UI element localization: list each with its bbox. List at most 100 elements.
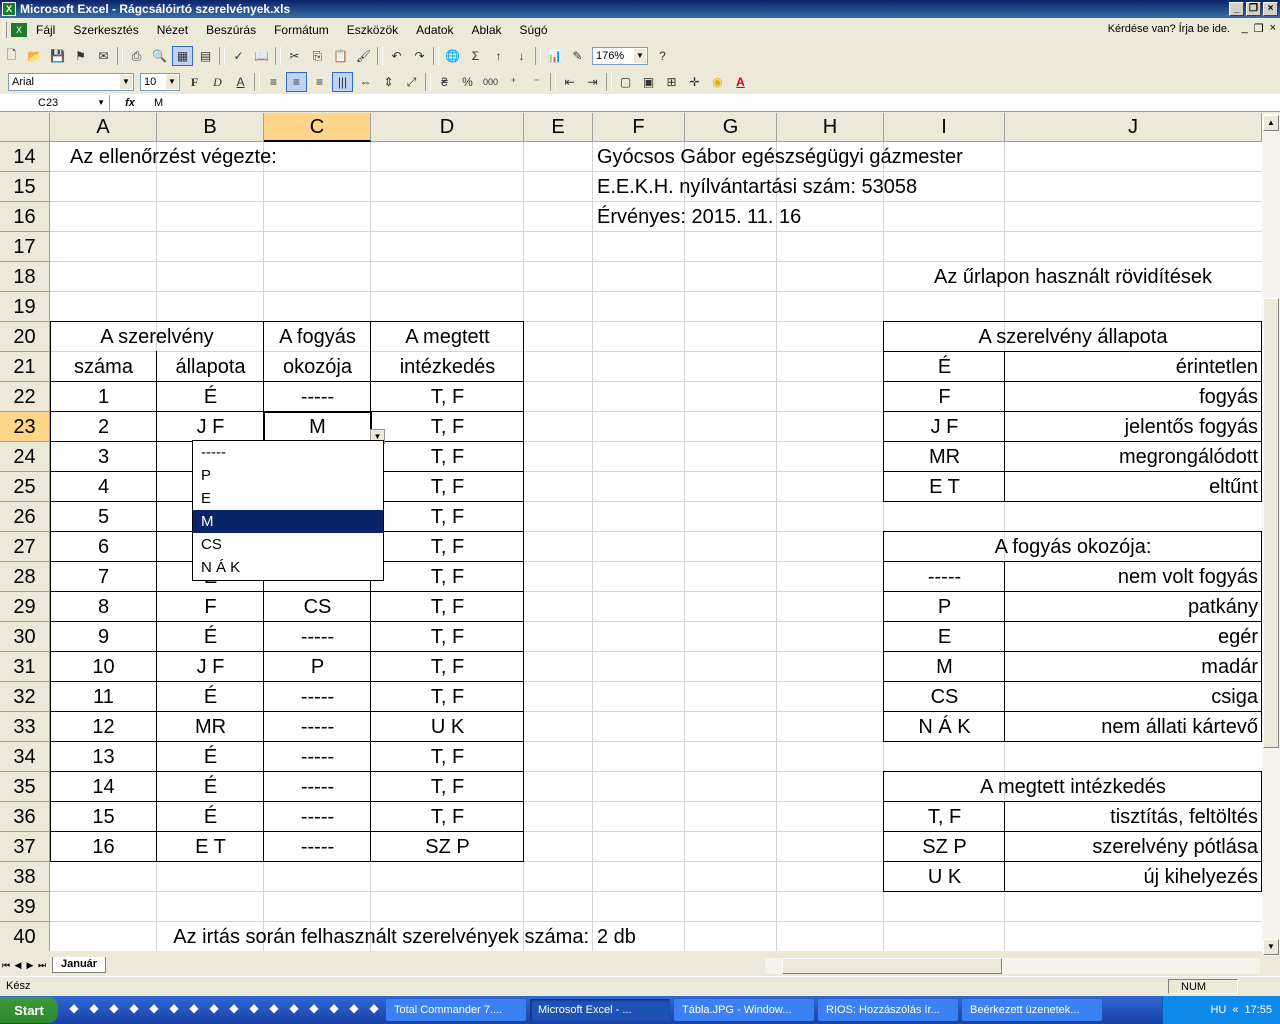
column-header-i[interactable]: I (884, 113, 1005, 142)
menu-edit[interactable]: Szerkesztés (64, 23, 147, 37)
quicklaunch-icon[interactable]: ◆ (144, 1001, 164, 1019)
legend-meaning[interactable]: egér (1005, 622, 1262, 652)
save-icon[interactable]: 💾 (47, 46, 68, 66)
legend-code[interactable]: ----- (884, 562, 1005, 592)
menu-format[interactable]: Formátum (265, 23, 338, 37)
cell-allapota[interactable]: MR (157, 712, 264, 742)
header-allapota[interactable]: állapota (157, 352, 264, 382)
drawing-icon[interactable]: ✎ (567, 46, 588, 66)
row-header[interactable]: 34 (0, 742, 50, 772)
header-intezkedes[interactable]: intézkedés (371, 352, 524, 382)
row-header[interactable]: 20 (0, 322, 50, 352)
row-header[interactable]: 31 (0, 652, 50, 682)
scroll-down-icon[interactable]: ▼ (1263, 939, 1279, 955)
row-header[interactable]: 18 (0, 262, 50, 292)
cell-okozoja[interactable]: CS (264, 592, 371, 622)
header-szerelveny[interactable]: A szerelvény (50, 322, 264, 352)
horizontal-scroll-thumb[interactable] (782, 958, 1002, 974)
legend-meaning[interactable]: tisztítás, feltöltés (1005, 802, 1262, 832)
bold-icon[interactable]: F (184, 72, 205, 92)
name-box[interactable]: C23 ▼ (0, 94, 110, 111)
legend-code[interactable]: N Á K (884, 712, 1005, 742)
chevron-down-icon[interactable]: ▼ (97, 95, 105, 111)
cell-allapota[interactable]: É (157, 682, 264, 712)
quicklaunch-icon[interactable]: ◆ (244, 1001, 264, 1019)
cell-szama[interactable]: 10 (50, 652, 157, 682)
font-color-icon[interactable]: A (730, 72, 751, 92)
align-left-icon[interactable]: ≡ (263, 72, 284, 92)
print-icon[interactable]: ⎙ (126, 46, 147, 66)
legend-code[interactable]: E (884, 622, 1005, 652)
row-header[interactable]: 36 (0, 802, 50, 832)
cell-okozoja[interactable]: ----- (264, 742, 371, 772)
research-icon[interactable]: 📖 (251, 46, 272, 66)
inspector-label[interactable]: Az ellenőrzést végezte: (70, 142, 277, 172)
row-header[interactable]: 15 (0, 172, 50, 202)
legend-code[interactable]: CS (884, 682, 1005, 712)
row-header[interactable]: 29 (0, 592, 50, 622)
inspector-name[interactable]: Gyócsos Gábor egészségügyi gázmester (597, 142, 963, 172)
cell-allapota[interactable]: É (157, 382, 264, 412)
column-header-a[interactable]: A (50, 113, 157, 142)
help-search-input[interactable]: Kérdése van? Írja be ide. (1050, 23, 1230, 38)
cell-intezkedes[interactable]: T, F (371, 382, 524, 412)
cut-icon[interactable]: ✂ (284, 46, 305, 66)
row-header[interactable]: 37 (0, 832, 50, 862)
font-select[interactable]: Arial ▼ (8, 73, 134, 91)
legend-allapot-title[interactable]: A szerelvény állapota (884, 322, 1262, 352)
inner-borders-icon[interactable]: ✛ (684, 72, 705, 92)
permission-icon[interactable]: ⚑ (70, 46, 91, 66)
cell-allapota[interactable]: É (157, 622, 264, 652)
quicklaunch-icon[interactable]: ◆ (104, 1001, 124, 1019)
sort-asc-icon[interactable]: ↑ (488, 46, 509, 66)
legend-meaning[interactable]: érintetlen (1005, 352, 1262, 382)
cell-okozoja[interactable]: ----- (264, 802, 371, 832)
quicklaunch-icon[interactable]: ◆ (364, 1001, 384, 1019)
cell-allapota[interactable]: J F (157, 652, 264, 682)
percent-icon[interactable]: % (457, 72, 478, 92)
cell-intezkedes[interactable]: T, F (371, 412, 524, 442)
legend-meaning[interactable]: fogyás (1005, 382, 1262, 412)
align-right-icon[interactable]: ≡ (309, 72, 330, 92)
cell-okozoja[interactable]: ----- (264, 712, 371, 742)
legend-meaning[interactable]: megrongálódott (1005, 442, 1262, 472)
cell-szama[interactable]: 2 (50, 412, 157, 442)
cell-allapota[interactable]: É (157, 772, 264, 802)
column-header-h[interactable]: H (777, 113, 884, 142)
menu-file[interactable]: Fájl (27, 23, 64, 37)
column-header-d[interactable]: D (371, 113, 524, 142)
horizontal-scrollbar[interactable] (765, 958, 1260, 974)
wrap-icon[interactable]: ⇕ (378, 72, 399, 92)
italic-icon[interactable]: D (207, 72, 228, 92)
formula-input[interactable]: M (150, 97, 163, 109)
legend-code[interactable]: MR (884, 442, 1005, 472)
select-all-corner[interactable] (0, 113, 50, 142)
row-header[interactable]: 22 (0, 382, 50, 412)
chart-wizard-icon[interactable]: 📊 (544, 46, 565, 66)
legend-meaning[interactable]: madár (1005, 652, 1262, 682)
cell-intezkedes[interactable]: T, F (371, 802, 524, 832)
chevron-down-icon[interactable]: ▼ (166, 75, 178, 89)
cell-intezkedes[interactable]: SZ P (371, 832, 524, 862)
legend-code[interactable]: U K (884, 862, 1005, 892)
vertical-scroll-thumb[interactable] (1263, 298, 1279, 748)
minimize-button[interactable]: _ (1229, 2, 1244, 16)
legend-okozo-title[interactable]: A fogyás okozója: (884, 532, 1262, 562)
legend-meaning[interactable]: eltűnt (1005, 472, 1262, 502)
cell-allapota[interactable]: J F (157, 412, 264, 442)
row-header[interactable]: 17 (0, 232, 50, 262)
row-header[interactable]: 30 (0, 622, 50, 652)
restore-button[interactable]: ❐ (1246, 2, 1261, 16)
quicklaunch-icon[interactable]: ◆ (224, 1001, 244, 1019)
all-borders-icon[interactable]: ▣ (638, 72, 659, 92)
rotate-icon[interactable]: ⤢ (401, 72, 422, 92)
sort-desc-icon[interactable]: ↓ (511, 46, 532, 66)
chevron-down-icon[interactable]: ▼ (120, 75, 132, 89)
merge-center-icon[interactable]: ⇔ (355, 72, 376, 92)
cell-szama[interactable]: 7 (50, 562, 157, 592)
dropdown-option[interactable]: CS (193, 533, 383, 556)
dropdown-option[interactable]: P (193, 464, 383, 487)
menu-window[interactable]: Ablak (463, 23, 511, 37)
legend-meaning[interactable]: nem állati kártevő (1005, 712, 1262, 742)
row-header[interactable]: 27 (0, 532, 50, 562)
